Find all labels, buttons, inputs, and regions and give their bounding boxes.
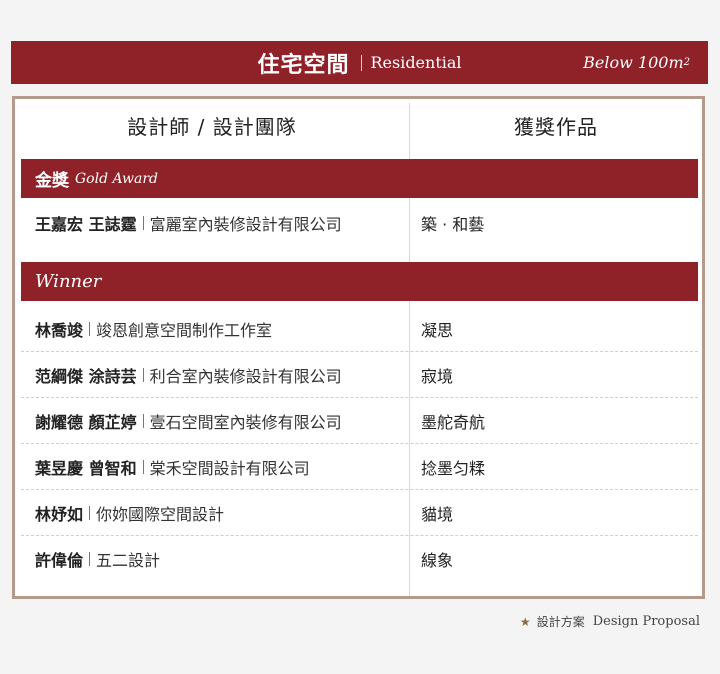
work-title: 凝思	[421, 321, 454, 340]
gold-label-en: Gold Award	[75, 170, 158, 187]
table-row: 林妤如 你妳國際空間設計 貓境	[21, 490, 698, 536]
section-gold-award: 金獎 Gold Award	[21, 159, 698, 198]
gold-label-zh: 金獎	[35, 171, 69, 191]
name-separator	[142, 414, 144, 428]
category-banner: 住宅空間 Residential Below 100m 2	[11, 41, 708, 84]
category-subtitle: Residential	[370, 53, 462, 72]
header-work: 獲獎作品	[514, 114, 598, 139]
work-title: 貓境	[421, 505, 454, 524]
section-winner: Winner	[21, 262, 698, 301]
company-name: 棠禾空間設計有限公司	[149, 459, 310, 478]
name-separator	[89, 322, 91, 336]
designer-name: 葉昱慶 曾智和	[35, 459, 137, 478]
name-separator	[142, 216, 144, 230]
company-name: 你妳國際空間設計	[96, 505, 225, 524]
name-separator	[142, 460, 144, 474]
company-name: 竣恩創意空間制作工作室	[96, 321, 273, 340]
table-row: 謝耀德 顏芷婷 壹石空間室內裝修有限公司 墨舵奇航	[21, 398, 698, 444]
company-name: 利合室內裝修設計有限公司	[149, 367, 342, 386]
star-icon: ★	[519, 614, 531, 629]
work-title: 築 · 和藝	[421, 215, 485, 234]
size-label: Below 100m 2	[583, 41, 690, 84]
company-name: 五二設計	[96, 551, 161, 570]
footer-label-en: Design Proposal	[592, 614, 700, 629]
award-table: 設計師 / 設計團隊 獲獎作品 金獎 Gold Award 王嘉宏 王誌霆 富麗…	[12, 96, 705, 599]
banner-divider	[361, 54, 363, 71]
work-title: 寂境	[421, 367, 454, 386]
work-title: 墨舵奇航	[421, 413, 486, 432]
table-row: 范綱傑 涂詩芸 利合室內裝修設計有限公司 寂境	[21, 352, 698, 398]
company-name: 富麗室內裝修設計有限公司	[149, 215, 342, 234]
size-text: Below 100m	[583, 53, 684, 72]
table-row: 許偉倫 五二設計 線象	[21, 536, 698, 582]
designer-name: 林妤如	[35, 505, 84, 524]
designer-name: 王嘉宏 王誌霆	[35, 215, 137, 234]
designer-name: 許偉倫	[35, 551, 84, 570]
name-separator	[89, 506, 91, 520]
table-row: 林喬竣 竣恩創意空間制作工作室 凝思	[21, 306, 698, 352]
table-row: 葉昱慶 曾智和 棠禾空間設計有限公司 捻墨匀糅	[21, 444, 698, 490]
name-separator	[89, 552, 91, 566]
size-superscript: 2	[683, 57, 690, 68]
footer-legend: ★ 設計方案 Design Proposal	[520, 613, 700, 630]
footer-label-zh: 設計方案	[536, 615, 585, 629]
table-row: 王嘉宏 王誌霆 富麗室內裝修設計有限公司 築 · 和藝	[21, 200, 698, 246]
designer-name: 謝耀德 顏芷婷	[35, 413, 137, 432]
header-designer: 設計師 / 設計團隊	[127, 114, 297, 139]
category-title: 住宅空間	[257, 52, 350, 78]
name-separator	[142, 368, 144, 382]
work-title: 捻墨匀糅	[421, 459, 486, 478]
company-name: 壹石空間室內裝修有限公司	[149, 413, 342, 432]
work-title: 線象	[421, 551, 454, 570]
designer-name: 范綱傑 涂詩芸	[35, 367, 137, 386]
winner-label-en: Winner	[35, 271, 102, 292]
designer-name: 林喬竣	[35, 321, 84, 340]
